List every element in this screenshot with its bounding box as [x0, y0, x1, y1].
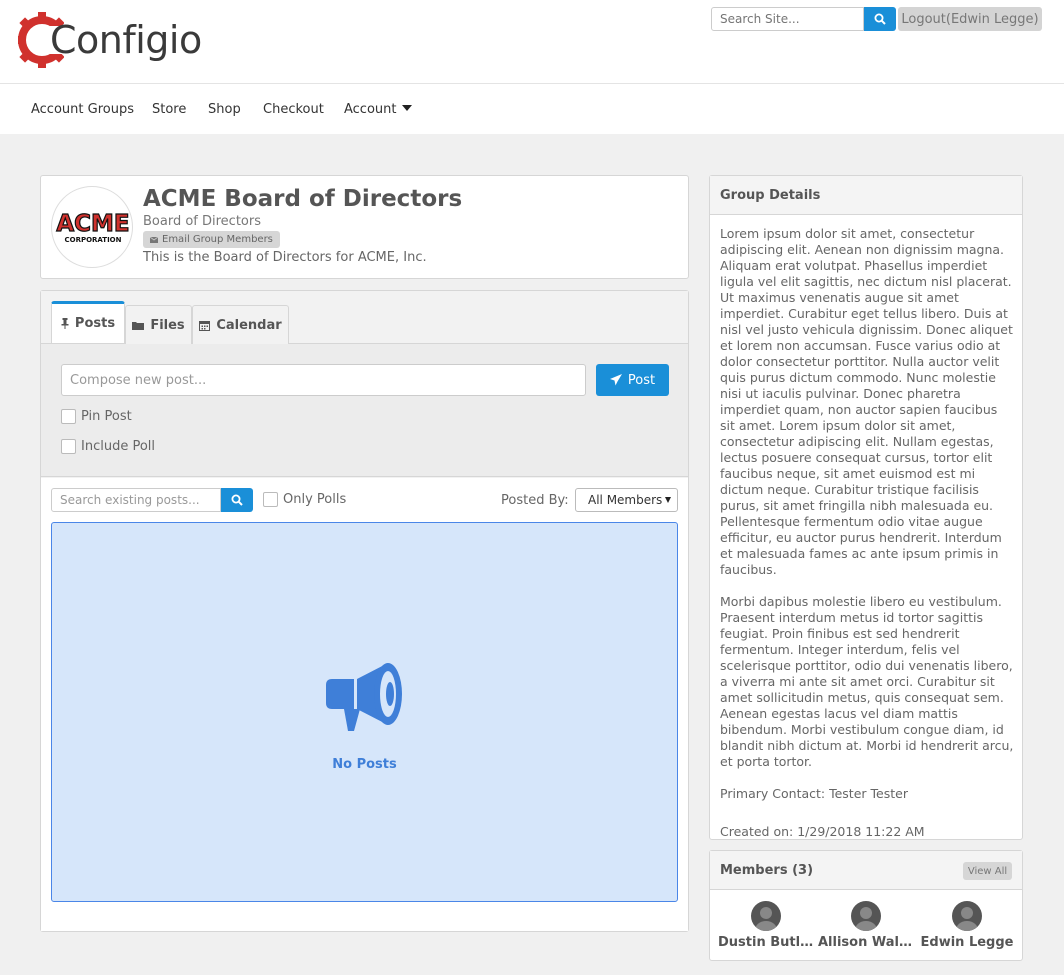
tab-posts-label: Posts: [74, 316, 116, 331]
only-polls-checkbox[interactable]: [263, 492, 278, 507]
brand-name: Configio: [50, 18, 202, 62]
nav-item-account[interactable]: Account: [344, 102, 412, 117]
main-nav: Account Groups Store Shop Checkout Accou…: [0, 84, 1064, 134]
search-icon: [874, 13, 886, 25]
members-panel: Members (3) View All Dustin Butler Allis…: [709, 850, 1023, 961]
view-all-members-button[interactable]: View All: [963, 862, 1012, 880]
search-posts-button[interactable]: [221, 488, 253, 512]
envelope-icon: [150, 236, 158, 243]
brand-logo[interactable]: Configio: [18, 12, 202, 68]
group-details-body: Lorem ipsum dolor sit amet, consectetur …: [720, 226, 1014, 856]
user-avatar-icon: [751, 901, 781, 931]
tab-files[interactable]: Files: [125, 305, 192, 345]
tab-posts[interactable]: Posts: [51, 301, 125, 343]
tab-bar: Posts Files Calendar: [41, 291, 688, 345]
post-button[interactable]: Post: [596, 364, 669, 396]
megaphone-icon: [326, 663, 402, 731]
member-item[interactable]: Allison Walker: [818, 901, 914, 950]
group-logo: ACME CORPORATION: [51, 186, 133, 268]
member-name: Dustin Butler: [718, 935, 814, 950]
nav-item-shop[interactable]: Shop: [208, 102, 241, 117]
site-search-button[interactable]: [864, 7, 896, 31]
group-details-title: Group Details: [710, 176, 1022, 215]
user-avatar-icon: [952, 901, 982, 931]
nav-item-checkout[interactable]: Checkout: [263, 102, 324, 117]
chevron-down-icon: [665, 497, 671, 503]
posts-card: Posts Files Calendar Compose new post...…: [40, 290, 689, 932]
posted-by-value: All Members: [588, 493, 663, 507]
tab-calendar-label: Calendar: [216, 318, 282, 333]
member-item[interactable]: Dustin Butler: [718, 901, 814, 950]
only-polls-label: Only Polls: [283, 492, 347, 507]
member-item[interactable]: Edwin Legge: [919, 901, 1015, 950]
group-details-paragraph: Lorem ipsum dolor sit amet, consectetur …: [720, 226, 1013, 577]
email-group-members-label: Email Group Members: [162, 234, 273, 245]
group-description: This is the Board of Directors for ACME,…: [143, 250, 427, 265]
empty-posts-state: No Posts: [51, 522, 678, 902]
group-title: ACME Board of Directors: [143, 186, 463, 212]
member-name: Allison Walker: [818, 935, 914, 950]
calendar-icon: [199, 321, 211, 331]
pin-post-checkbox[interactable]: [61, 409, 76, 424]
site-header: Configio Logout(Edwin Legge): [0, 0, 1064, 84]
chevron-down-icon: [401, 105, 412, 111]
tab-calendar[interactable]: Calendar: [192, 305, 289, 345]
primary-contact: Primary Contact: Tester Tester: [720, 786, 908, 801]
include-poll-option[interactable]: Include Poll: [61, 439, 155, 454]
member-name: Edwin Legge: [920, 935, 1014, 950]
email-group-members-button[interactable]: Email Group Members: [143, 231, 280, 248]
include-poll-label: Include Poll: [81, 439, 156, 454]
group-header-card: ACME CORPORATION ACME Board of Directors…: [40, 175, 689, 279]
group-details-paragraph: Morbi dapibus molestie libero eu vestibu…: [720, 594, 1014, 769]
search-posts-input[interactable]: Search existing posts...: [51, 488, 221, 512]
nav-item-account-groups[interactable]: Account Groups: [31, 102, 134, 117]
pin-post-label: Pin Post: [81, 409, 132, 424]
nav-item-account-label: Account: [344, 102, 397, 117]
post-button-label: Post: [627, 372, 656, 388]
acme-logo-text: ACME: [56, 211, 129, 237]
posted-by-select[interactable]: All Members: [575, 488, 678, 512]
search-icon: [231, 494, 243, 506]
posted-by-label: Posted By:: [501, 493, 569, 508]
posts-list-area: Search existing posts... Only Polls Post…: [41, 478, 688, 931]
folder-icon: [132, 322, 145, 330]
group-subtitle: Board of Directors: [143, 214, 261, 229]
acme-logo-subtext: CORPORATION: [64, 236, 121, 244]
logout-button[interactable]: Logout(Edwin Legge): [898, 7, 1042, 31]
compose-post-input[interactable]: Compose new post...: [61, 364, 586, 396]
include-poll-checkbox[interactable]: [61, 439, 76, 454]
paper-plane-icon: [609, 374, 622, 386]
only-polls-option[interactable]: Only Polls: [263, 492, 346, 507]
nav-item-store[interactable]: Store: [152, 102, 186, 117]
site-search-input[interactable]: [711, 7, 864, 31]
pin-icon: [61, 318, 69, 329]
created-date: Created on: 1/29/2018 11:22 AM: [720, 824, 925, 839]
pin-post-option[interactable]: Pin Post: [61, 409, 132, 424]
compose-area: Compose new post... Post Pin Post Includ…: [41, 344, 688, 477]
tab-files-label: Files: [150, 318, 185, 333]
empty-posts-text: No Posts: [332, 757, 397, 772]
user-avatar-icon: [851, 901, 881, 931]
group-details-panel: Group Details Lorem ipsum dolor sit amet…: [709, 175, 1023, 840]
